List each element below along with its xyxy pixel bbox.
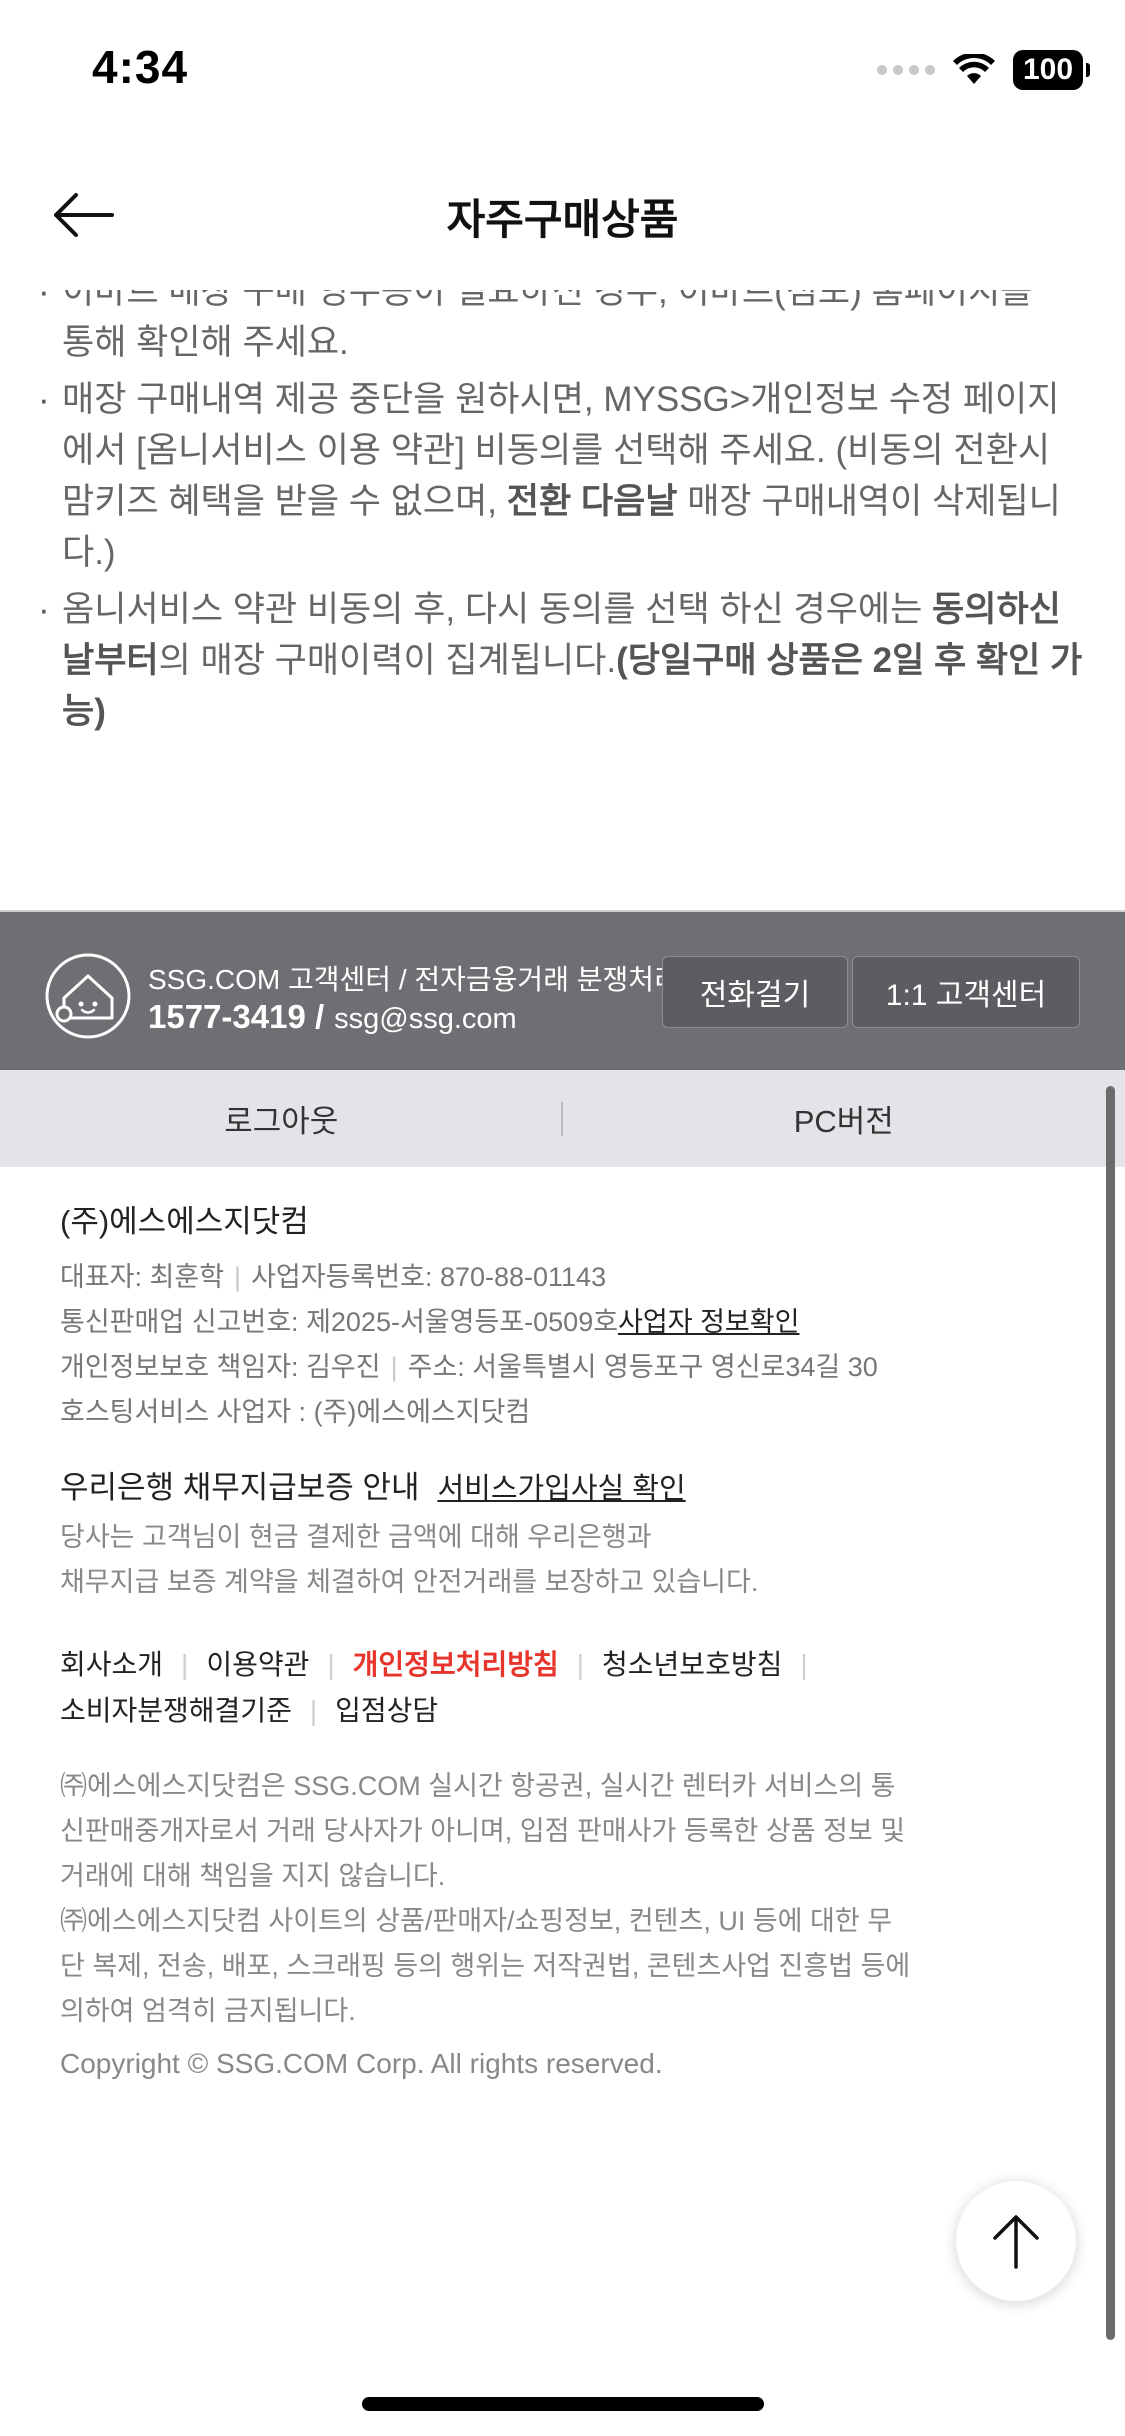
notice-text: 의 매장 구매이력이 집계됩니다. [158,641,617,680]
guarantee-info: 우리은행 채무지급보증 안내 서비스가입사실 확인 당사는 고객님이 현금 결제한… [60,1462,1070,1605]
privacy-policy-link[interactable]: 개인정보처리방침 [353,1642,559,1688]
home-indicator [362,2397,764,2411]
notice-item: · 옴니서비스 약관 비동의 후, 다시 동의를 선택 하신 경우에는 동의하신… [38,584,1088,737]
arrow-up-icon [993,2215,1039,2269]
youth-policy-link[interactable]: 청소년보호방침 [602,1642,782,1688]
disclaimer-line: 신판매중개자로서 거래 당사자가 아니며, 입점 판매사가 등록한 상품 정보 … [60,1816,906,1846]
notice-text: 통해 확인해 주세요. [62,323,349,362]
service-signup-link[interactable]: 서비스가입사실 확인 [437,1473,685,1505]
disclaimer-line: 의하여 엄격히 금지됩니다. [60,1996,356,2026]
separator: | [576,1649,585,1680]
one-to-one-center-button[interactable]: 1:1 고객센터 [852,956,1080,1028]
guarantee-text: 채무지급 보증 계약을 체결하여 안전거래를 보장하고 있습니다. [60,1567,759,1597]
address: 주소: 서울특별시 영등포구 영신로34길 30 [407,1352,878,1382]
notice-text: 옴니서비스 약관 비동의 후, 다시 동의를 선택 하신 경우에는 [62,590,933,629]
login-bar: 로그아웃 PC버전 [0,1070,1125,1167]
company-info: (주)에스에스지닷컴 대표자: 최훈학 | 사업자등록번호: 870-88-0114… [60,1196,1070,1435]
disclaimer-line: ㈜에스에스지닷컴은 SSG.COM 실시간 항공권, 실시간 렌터카 서비스의 … [60,1771,896,1801]
app-header: 자주구매상품 [0,140,1125,290]
divider [561,1102,563,1136]
biz-info-link[interactable]: 사업자 정보확인 [618,1307,799,1337]
ceo: 대표자: 최훈학 [60,1262,225,1292]
terms-link[interactable]: 이용약관 [206,1642,309,1688]
hosting-provider: 호스팅서비스 사업자 : (주)에스에스지닷컴 [60,1397,531,1427]
pc-version-link[interactable]: PC버전 [563,1096,1125,1141]
info-line: 호스팅서비스 사업자 : (주)에스에스지닷컴 [60,1390,1070,1435]
copyright: Copyright © SSG.COM Corp. All rights res… [60,2048,663,2079]
biz-number: 사업자등록번호: 870-88-01143 [251,1262,607,1292]
notice-item: · 매장 구매내역 제공 중단을 원하시면, MYSSG>개인정보 수정 페이지… [38,374,1088,578]
separator: | [234,1262,242,1292]
cs-title: SSG.COM 고객센터 / 전자금융거래 분쟁처리 [148,964,680,995]
bullet: · [38,290,50,311]
privacy-officer: 개인정보보호 책임자: 김우진 [60,1352,381,1382]
notice-item: · 이마트 매장 구매 영수증이 필요하신 경우, 이마트(점포) 홈페이지를 … [38,290,1088,368]
guarantee-title: 우리은행 채무지급보증 안내 서비스가입사실 확인 [60,1462,1070,1507]
mail-order-number: 통신판매업 신고번호: 제2025-서울영등포-0509호 [60,1307,619,1337]
scroll-to-top-button[interactable] [956,2181,1076,2301]
notice-list: · 이마트 매장 구매 영수증이 필요하신 경우, 이마트(점포) 홈페이지를 … [38,290,1088,910]
separator: | [390,1352,398,1382]
separator: | [327,1649,335,1680]
cs-contact: 1577-3419 / ssg@ssg.com [148,998,517,1036]
disclaimer-line: 단 복제, 전송, 배포, 스크래핑 등의 행위는 저작권법, 콘텐츠사업 진흥… [60,1951,911,1981]
cs-phone[interactable]: 1577-3419 / [148,998,324,1036]
policy-links: 회사소개 | 이용약관 | 개인정보처리방침 | 청소년보호방침 | 소비자분쟁해결기준 | 입점… [60,1642,1070,1734]
separator: | [309,1695,318,1726]
company-intro-link[interactable]: 회사소개 [60,1642,163,1688]
wifi-icon [953,54,995,84]
disclaimer: ㈜에스에스지닷컴은 SSG.COM 실시간 항공권, 실시간 렌터카 서비스의 … [60,1764,960,2034]
bullet: · [38,380,50,419]
info-line: 대표자: 최훈학 | 사업자등록번호: 870-88-01143 [60,1255,1070,1300]
logout-link[interactable]: 로그아웃 [0,1096,563,1141]
partnership-link[interactable]: 입점상담 [335,1688,438,1734]
status-icons: 100 [877,48,1090,92]
status-time: 4:34 [92,41,189,93]
separator: | [181,1649,189,1680]
customer-service-bar: SSG.COM 고객센터 / 전자금융거래 분쟁처리 1577-3419 / s… [0,910,1125,1070]
notice-text: 이마트 매장 구매 영수증이 필요하신 경우, 이마트(점포) 홈페이지를 [62,290,1033,311]
info-line: 통신판매업 신고번호: 제2025-서울영등포-0509호사업자 정보확인 [60,1300,1070,1345]
disclaimer-line: 거래에 대해 책임을 지지 않습니다. [60,1861,446,1891]
guarantee-text: 당사는 고객님이 현금 결제한 금액에 대해 우리은행과 [60,1522,652,1552]
status-bar: 4:34 100 [0,0,1125,140]
notice-bold: 전환 다음날 [506,482,678,521]
cs-email[interactable]: ssg@ssg.com [334,1003,517,1036]
bullet: · [38,590,50,629]
disclaimer-line: ㈜에스에스지닷컴 사이트의 상품/판매자/쇼핑정보, 컨텐츠, UI 등에 대한… [60,1906,893,1936]
scrollbar[interactable] [1106,1086,1115,2340]
info-line: 개인정보보호 책임자: 김우진 | 주소: 서울특별시 영등포구 영신로34길 30 [60,1345,1070,1390]
dispute-standard-link[interactable]: 소비자분쟁해결기준 [60,1688,292,1734]
company-name: (주)에스에스지닷컴 [60,1204,309,1239]
cellular-signal-icon [877,65,935,75]
separator: | [800,1649,808,1680]
call-button[interactable]: 전화걸기 [662,956,848,1028]
guarantee-heading: 우리은행 채무지급보증 안내 [60,1470,420,1505]
battery-icon: 100 [1013,50,1090,90]
page-title: 자주구매상품 [446,196,679,243]
customer-center-icon [45,953,131,1039]
